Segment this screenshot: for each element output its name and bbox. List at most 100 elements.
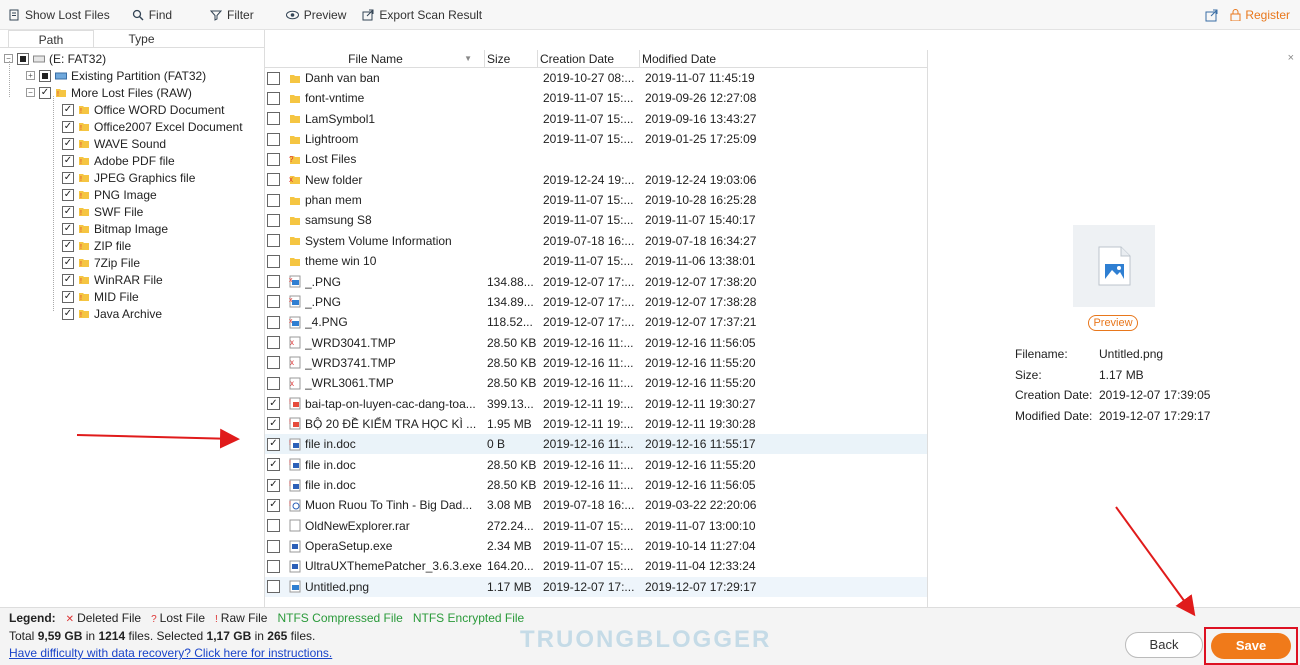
- file-row[interactable]: System Volume Information 2019-07-18 16:.…: [265, 231, 927, 251]
- file-row[interactable]: font-vntime 2019-11-07 15:... 2019-09-26 1…: [265, 88, 927, 108]
- file-row[interactable]: ! file in.doc 0 B 2019-12-16 11:... 2019-12-…: [265, 434, 927, 455]
- column-creation-date[interactable]: Creation Date: [538, 50, 640, 67]
- preview-button[interactable]: Preview: [1088, 315, 1138, 331]
- file-row[interactable]: ? Lost Files: [265, 149, 927, 169]
- file-row[interactable]: ! BỘ 20 ĐỀ KIỂM TRA HỌC KÌ ... 1.95 MB 2019…: [265, 414, 927, 434]
- file-row[interactable]: ! file in.doc 28.50 KB 2019-12-16 11:... 201…: [265, 455, 927, 475]
- tree-checkbox[interactable]: [62, 171, 74, 184]
- file-row[interactable]: OperaSetup.exe 2.34 MB 2019-11-07 15:... 20…: [265, 536, 927, 556]
- preview-toolbar-button[interactable]: Preview: [278, 0, 355, 30]
- tree-item[interactable]: ! JPEG Graphics file: [62, 169, 195, 186]
- row-checkbox[interactable]: [267, 539, 280, 553]
- column-modified-date[interactable]: Modified Date: [640, 50, 926, 67]
- save-button[interactable]: Save: [1211, 633, 1291, 659]
- tree-item[interactable]: ! PNG Image: [62, 186, 157, 203]
- tree-checkbox[interactable]: [62, 120, 74, 133]
- find-button[interactable]: Find: [124, 0, 180, 30]
- row-checkbox[interactable]: [267, 336, 280, 350]
- tree-root[interactable]: − (E: FAT32): [4, 50, 106, 67]
- tree-item[interactable]: ! Java Archive: [62, 305, 162, 322]
- tree-checkbox[interactable]: [62, 188, 74, 201]
- row-checkbox[interactable]: [267, 91, 280, 105]
- row-checkbox[interactable]: [267, 315, 280, 329]
- tree-item[interactable]: ! WAVE Sound: [62, 135, 166, 152]
- file-row[interactable]: x _WRD3741.TMP 28.50 KB 2019-12-16 11:... 20…: [265, 353, 927, 373]
- file-row[interactable]: samsung S8 2019-11-07 15:... 2019-11-07 15…: [265, 210, 927, 230]
- tree-existing-partition[interactable]: + Existing Partition (FAT32): [26, 67, 206, 84]
- file-row[interactable]: Lightroom 2019-11-07 15:... 2019-01-25 17:…: [265, 129, 927, 149]
- row-checkbox[interactable]: [267, 559, 280, 573]
- register-link[interactable]: Register: [1230, 8, 1290, 22]
- export-scan-result-button[interactable]: Export Scan Result: [354, 0, 490, 30]
- file-row[interactable]: x _.PNG 134.88... 2019-12-07 17:... 2019-12-…: [265, 272, 927, 292]
- row-checkbox[interactable]: [267, 498, 280, 512]
- row-checkbox[interactable]: [267, 275, 280, 288]
- row-checkbox[interactable]: [267, 295, 280, 309]
- row-checkbox[interactable]: [267, 397, 280, 411]
- tree-item[interactable]: ! 7Zip File: [62, 254, 140, 271]
- show-lost-files-button[interactable]: Show Lost Files: [0, 0, 118, 30]
- tree-checkbox[interactable]: [62, 290, 74, 303]
- column-size[interactable]: Size: [485, 50, 538, 67]
- tree-checkbox[interactable]: [62, 137, 74, 150]
- file-row[interactable]: Danh van ban 2019-10-27 08:... 2019-11-07 …: [265, 68, 927, 88]
- row-checkbox[interactable]: [267, 519, 280, 533]
- help-link[interactable]: Have difficulty with data recovery? Clic…: [9, 646, 332, 660]
- file-row[interactable]: theme win 10 2019-11-07 15:... 2019-11-06 …: [265, 251, 927, 271]
- row-checkbox[interactable]: [267, 213, 280, 227]
- row-checkbox[interactable]: [267, 356, 280, 370]
- tree-checkbox[interactable]: [62, 307, 74, 320]
- tree-checkbox[interactable]: [62, 273, 74, 286]
- row-checkbox[interactable]: [267, 152, 280, 166]
- tree-item[interactable]: ! Bitmap Image: [62, 220, 168, 237]
- file-row[interactable]: ! bai-tap-on-luyen-cac-dang-toa... 399.13.…: [265, 394, 927, 414]
- tree-checkbox[interactable]: [62, 154, 74, 167]
- file-row[interactable]: UltraUXThemePatcher_3.6.3.exe 164.20... 20…: [265, 556, 927, 576]
- file-row[interactable]: OldNewExplorer.rar 272.24... 2019-11-07 15…: [265, 516, 927, 536]
- tree-checkbox[interactable]: [62, 222, 74, 235]
- row-checkbox[interactable]: [267, 112, 280, 126]
- file-row[interactable]: ! Muon Ruou To Tinh - Big Dad... 3.08 MB 20…: [265, 495, 927, 515]
- row-checkbox[interactable]: [267, 580, 280, 594]
- tree-checkbox[interactable]: [62, 205, 74, 218]
- tree-item[interactable]: ! WinRAR File: [62, 271, 163, 288]
- row-checkbox[interactable]: [267, 132, 280, 146]
- row-checkbox[interactable]: [267, 376, 280, 390]
- file-row[interactable]: x _.PNG 134.89... 2019-12-07 17:... 2019-12-…: [265, 292, 927, 312]
- expand-icon[interactable]: +: [26, 71, 35, 80]
- tree-item[interactable]: ! Office2007 Excel Document: [62, 118, 243, 135]
- file-row[interactable]: ! file in.doc 28.50 KB 2019-12-16 11:... 201…: [265, 475, 927, 495]
- tree-item[interactable]: ! Office WORD Document: [62, 101, 224, 118]
- tab-type[interactable]: Type: [94, 30, 189, 47]
- tree-checkbox[interactable]: [39, 86, 51, 99]
- tree-checkbox[interactable]: [62, 256, 74, 269]
- tree-checkbox[interactable]: [62, 239, 74, 252]
- tree-item[interactable]: ! Adobe PDF file: [62, 152, 175, 169]
- file-row[interactable]: x New folder 2019-12-24 19:... 2019-12-24 1…: [265, 170, 927, 190]
- column-file-name[interactable]: File Name ▼: [265, 50, 485, 67]
- row-checkbox[interactable]: [267, 254, 280, 268]
- tree-checkbox[interactable]: [39, 69, 51, 82]
- tree-item[interactable]: ! SWF File: [62, 203, 143, 220]
- tree-item[interactable]: ! ZIP file: [62, 237, 131, 254]
- file-row[interactable]: phan mem 2019-11-07 15:... 2019-10-28 16:2…: [265, 190, 927, 210]
- tab-path[interactable]: Path: [8, 30, 94, 47]
- tree-more-lost-files[interactable]: − ! More Lost Files (RAW): [26, 84, 192, 101]
- back-button[interactable]: Back: [1125, 632, 1203, 658]
- row-checkbox[interactable]: [267, 437, 280, 451]
- tree-checkbox[interactable]: [62, 103, 74, 116]
- row-checkbox[interactable]: [267, 234, 280, 248]
- close-preview-icon[interactable]: ×: [1288, 52, 1294, 64]
- share-icon[interactable]: [1205, 9, 1218, 22]
- row-checkbox[interactable]: [267, 71, 280, 85]
- file-row[interactable]: x _WRD3041.TMP 28.50 KB 2019-12-16 11:... 20…: [265, 333, 927, 353]
- row-checkbox[interactable]: [267, 478, 280, 492]
- file-row[interactable]: x _WRL3061.TMP 28.50 KB 2019-12-16 11:... 20…: [265, 373, 927, 393]
- file-row[interactable]: Untitled.png 1.17 MB 2019-12-07 17:... 2019…: [265, 576, 927, 597]
- row-checkbox[interactable]: [267, 458, 280, 472]
- row-checkbox[interactable]: [267, 193, 280, 207]
- tree-item[interactable]: ! MID File: [62, 288, 139, 305]
- collapse-icon[interactable]: −: [26, 88, 35, 97]
- file-row[interactable]: LamSymbol1 2019-11-07 15:... 2019-09-16 13…: [265, 109, 927, 129]
- tree-checkbox[interactable]: [17, 52, 29, 65]
